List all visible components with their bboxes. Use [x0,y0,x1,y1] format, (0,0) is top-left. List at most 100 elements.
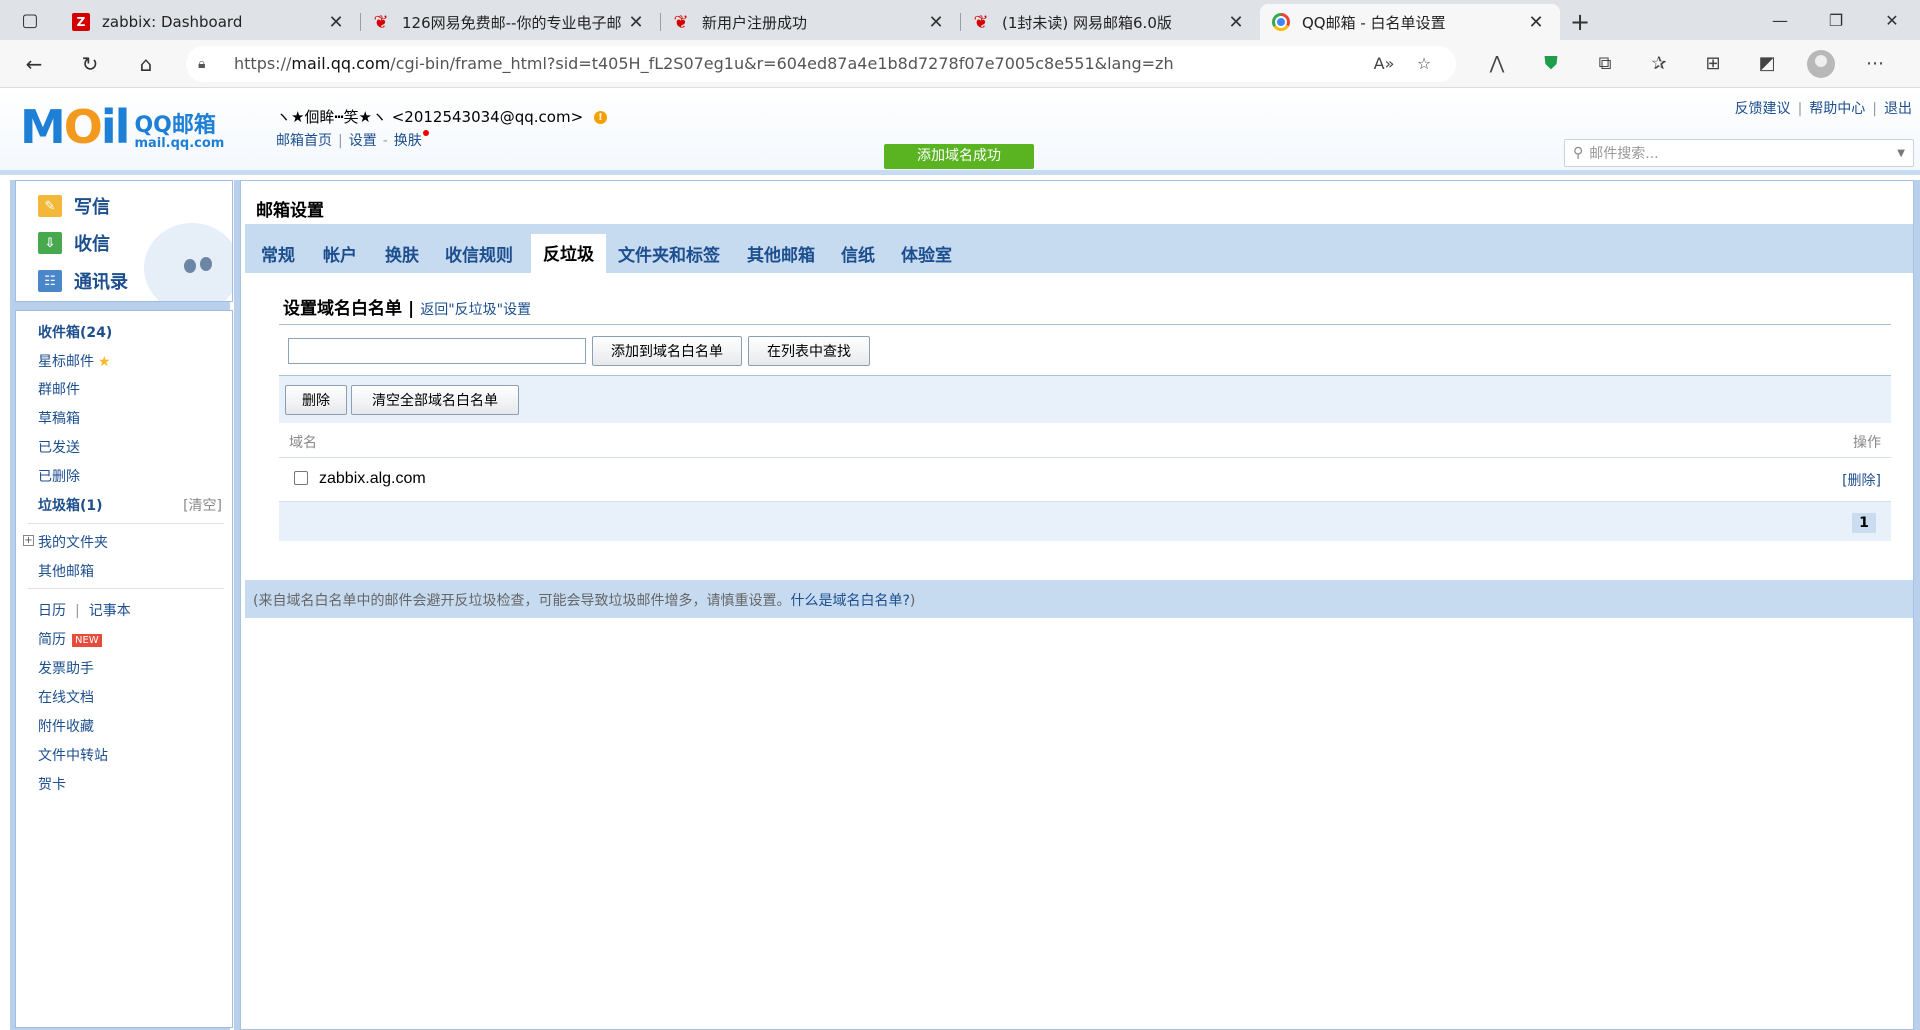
tab-folders-labels[interactable]: 文件夹和标签 [618,241,720,266]
tab-antispam[interactable]: 反垃圾 [531,234,606,274]
tab-stationery[interactable]: 信纸 [841,241,875,266]
new-tab-icon[interactable]: + [1560,4,1600,40]
notes-link[interactable]: 记事本 [89,603,131,619]
folder-inbox[interactable]: 收件箱(24) [38,322,112,342]
add-favorite-icon[interactable]: ☆ [1404,54,1444,73]
delete-button[interactable]: 删除 [285,385,347,415]
folder-sent[interactable]: 已发送 [38,437,80,457]
clear-spam-link[interactable]: [清空] [183,495,222,515]
row-delete-link[interactable]: [删除] [1842,470,1881,490]
invoice-link[interactable]: 发票助手 [38,658,94,678]
divider [28,588,224,589]
resume-link[interactable]: 简历 NEW [38,629,102,649]
skin-link[interactable]: 换肤 [394,133,422,149]
puzzle-icon[interactable]: ⧉ [1578,53,1632,74]
refresh-icon[interactable]: ↻ [68,46,112,82]
feedback-link[interactable]: 反馈建议 [1735,101,1791,117]
user-info: ヽ★佪眸┅笑★ヽ <2012543034@qq.com> ! [276,106,607,127]
profile-avatar[interactable] [1807,49,1835,78]
browser-tab-qqmail[interactable]: QQ邮箱 - 白名单设置 ✕ [1260,4,1560,40]
browser-tab-126[interactable]: ❦ 126网易免费邮--你的专业电子邮 ✕ [360,4,660,40]
restore-icon[interactable]: ❐ [1808,0,1864,40]
folder-my-folders[interactable]: 我的文件夹 [38,532,108,552]
tab-actions-icon[interactable]: ▢ [0,0,60,40]
tab-general[interactable]: 常规 [261,241,295,266]
address-bar[interactable]: 🔒︎ https://mail.qq.com/cgi-bin/frame_htm… [186,45,1456,82]
new-badge: NEW [72,633,102,647]
divider [279,324,1891,325]
read-aloud-icon[interactable]: A» [1364,54,1404,73]
page-number[interactable]: 1 [1852,513,1876,533]
user-nickname: ヽ★佪眸┅笑★ヽ [276,108,387,126]
warning-icon[interactable]: ! [593,111,607,124]
tab-skin[interactable]: 换肤 [385,241,419,266]
cards-link[interactable]: 贺卡 [38,774,66,794]
window-close-icon[interactable]: ✕ [1864,0,1920,40]
mail-home-link[interactable]: 邮箱首页 [276,133,332,149]
outlook-icon[interactable]: ◩ [1740,53,1794,74]
help-link[interactable]: 帮助中心 [1809,101,1865,117]
logo-title: QQ邮箱 [134,113,216,138]
file-transfer-link[interactable]: 文件中转站 [38,745,108,765]
user-links: 邮箱首页 | 设置 - 换肤 [276,130,429,150]
notification-dot [422,130,429,136]
browser-tab-163[interactable]: ❦ (1封未读) 网易邮箱6.0版 ✕ [960,4,1260,40]
calendar-link[interactable]: 日历 [38,603,66,619]
tab-lab[interactable]: 体验室 [901,241,952,266]
close-icon[interactable]: ✕ [1526,12,1546,33]
contacts-button[interactable]: ☷ 通讯录 [38,268,128,294]
shield-icon[interactable]: ⛊ [1524,53,1578,74]
more-menu-icon[interactable]: ⋯ [1848,53,1902,74]
docs-link[interactable]: 在线文档 [38,687,94,707]
attachments-link[interactable]: 附件收藏 [38,716,94,736]
qqmail-logo[interactable]: MOil QQ邮箱 mail.qq.com [20,104,224,150]
tab-title: (1封未读) 网易邮箱6.0版 [1002,13,1172,32]
column-domain: 域名 [289,435,317,451]
back-to-antispam-link[interactable]: 返回"反垃圾"设置 [420,302,531,318]
folder-group[interactable]: 群邮件 [38,379,80,399]
folder-starred[interactable]: 星标邮件 ★ [38,351,111,371]
expand-plus-icon[interactable]: + [23,535,34,546]
close-icon[interactable]: ✕ [626,12,646,33]
extension-a-icon[interactable]: ⋀ [1470,53,1524,74]
mail-header: MOil QQ邮箱 mail.qq.com ヽ★佪眸┅笑★ヽ <20125430… [0,88,1920,175]
clear-whitelist-button[interactable]: 清空全部域名白名单 [351,385,519,415]
chevron-down-icon[interactable]: ▼ [1897,148,1905,159]
table-header: 域名 操作 [279,423,1891,458]
tab-account[interactable]: 帐户 [323,241,357,266]
lock-icon[interactable]: 🔒︎ [198,56,224,72]
close-icon[interactable]: ✕ [326,12,346,33]
extensions-row: ⋀ ⛊ ⧉ ✰ ⊞ ◩ ⋯ [1470,49,1902,78]
compose-button[interactable]: ✎ 写信 [38,193,110,219]
receive-button[interactable]: ⇩ 收信 [38,230,110,256]
minimize-icon[interactable]: — [1752,0,1808,40]
folder-other-mail[interactable]: 其他邮箱 [38,561,94,581]
browser-tab-register[interactable]: ❦ 新用户注册成功 ✕ [660,4,960,40]
folder-drafts[interactable]: 草稿箱 [38,408,80,428]
logout-link[interactable]: 退出 [1884,101,1912,117]
add-to-whitelist-button[interactable]: 添加到域名白名单 [592,336,742,366]
what-is-whitelist-link[interactable]: 什么是域名白名单? [790,593,909,609]
close-icon[interactable]: ✕ [926,12,946,33]
row-domain: zabbix.alg.com [319,470,426,487]
tab-other-mail[interactable]: 其他邮箱 [747,241,815,266]
tab-title: zabbix: Dashboard [102,13,243,31]
settings-link[interactable]: 设置 [349,133,377,149]
penguin-decoration [144,223,232,301]
row-checkbox[interactable] [294,471,308,485]
tab-rules[interactable]: 收信规则 [445,241,513,266]
collections-icon[interactable]: ⊞ [1686,53,1740,74]
back-icon[interactable]: ← [12,46,56,82]
browser-tab-zabbix[interactable]: Z zabbix: Dashboard ✕ [60,4,360,40]
domain-input[interactable] [288,338,586,364]
tab-title: 126网易免费邮--你的专业电子邮 [402,13,622,32]
hint-bar: (来自域名白名单中的邮件会避开反垃圾检查，可能会导致垃圾邮件增多，请慎重设置。什… [245,580,1913,618]
find-in-list-button[interactable]: 在列表中查找 [748,336,870,366]
home-icon[interactable]: ⌂ [124,46,168,82]
mail-search-input[interactable]: ⚲ 邮件搜索... ▼ [1564,139,1914,167]
inbox-download-icon: ⇩ [38,232,62,254]
close-icon[interactable]: ✕ [1226,12,1246,33]
favorites-icon[interactable]: ✰ [1632,53,1686,74]
folder-deleted[interactable]: 已删除 [38,466,80,486]
folder-spam[interactable]: 垃圾箱(1) [38,495,103,515]
